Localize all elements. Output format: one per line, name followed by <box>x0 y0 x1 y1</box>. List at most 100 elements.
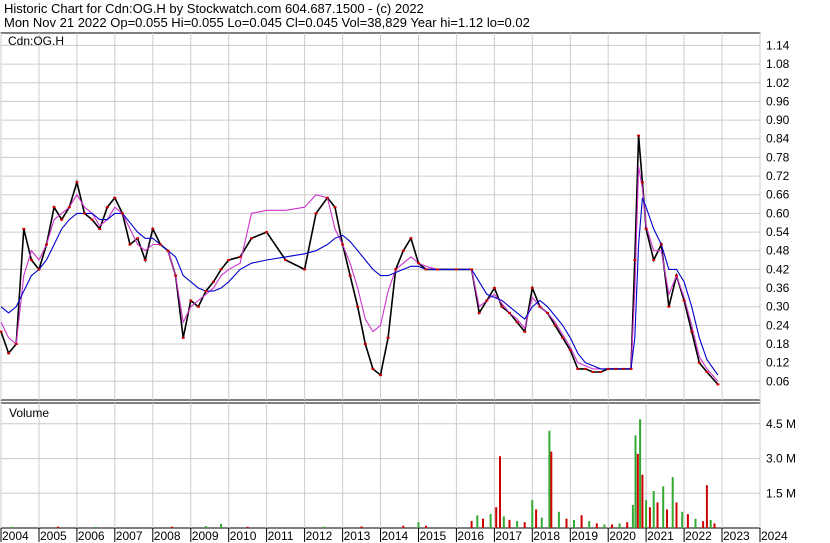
close-marker <box>196 305 200 308</box>
year-label: 2013 <box>344 529 371 543</box>
volume-bar <box>675 502 678 528</box>
year-label: 2018 <box>533 529 560 543</box>
close-marker <box>284 259 288 261</box>
volume-bar <box>322 526 325 528</box>
close-marker <box>341 243 345 246</box>
year-label: 2021 <box>647 529 674 543</box>
volume-bar <box>662 486 665 528</box>
volume-bar <box>499 456 501 528</box>
close-marker <box>690 330 694 333</box>
close-marker <box>697 361 701 364</box>
close-marker <box>136 237 140 240</box>
volume-bar <box>626 522 629 528</box>
close-marker <box>621 367 625 370</box>
price-tick-label: 0.66 <box>766 188 790 202</box>
close-marker <box>265 231 269 234</box>
year-label: 2016 <box>457 529 484 543</box>
volume-bar <box>425 525 427 528</box>
close-marker <box>633 259 637 261</box>
volume-bar <box>652 491 655 528</box>
close-marker <box>303 268 307 271</box>
close-marker <box>371 367 375 370</box>
volume-bar <box>11 526 14 528</box>
year-label: 2017 <box>495 529 522 543</box>
year-label: 2019 <box>571 529 598 543</box>
close-marker <box>682 299 686 302</box>
close-marker <box>629 367 633 370</box>
volume-bar <box>705 485 708 528</box>
price-tick-label: 0.72 <box>766 169 790 183</box>
volume-bar <box>631 504 634 528</box>
close-marker <box>667 305 671 308</box>
volume-tick-label: 1.5 M <box>766 486 796 500</box>
price-tick-label: 0.18 <box>766 337 790 351</box>
close-marker <box>515 321 519 324</box>
close-marker <box>98 227 102 230</box>
close-marker <box>158 243 162 246</box>
year-axis: 2004 2005 2006 2007 2008 2009 2010 2011 2012 2013… <box>0 528 788 543</box>
year-label: 2024 <box>761 529 788 543</box>
close-marker <box>576 367 580 370</box>
year-label: 2009 <box>192 529 219 543</box>
price-tick-label: 0.96 <box>766 94 790 108</box>
close-marker <box>523 330 527 333</box>
volume-bar <box>523 522 526 528</box>
close-marker <box>530 287 534 289</box>
close-marker <box>599 371 603 373</box>
close-marker <box>675 274 678 277</box>
volume-bar <box>508 519 511 528</box>
volume-bar <box>666 509 668 528</box>
volume-bar <box>56 526 59 528</box>
year-label: 2012 <box>306 529 333 543</box>
volume-bar <box>603 524 606 528</box>
volume-bar <box>573 519 575 528</box>
price-axis-labels: 0.06 0.12 0.18 0.24 0.30 0.36 0.42 0.48 0.54 0.60… <box>766 38 790 388</box>
close-marker <box>492 287 496 289</box>
close-marker <box>204 290 208 293</box>
volume-bar <box>502 516 505 528</box>
volume-bar <box>550 451 553 528</box>
year-label: 2020 <box>609 529 636 543</box>
close-marker <box>644 227 648 230</box>
volume-axis-labels: 1.5 M 3.0 M 4.5 M <box>766 417 796 501</box>
price-tick-label: 1.14 <box>766 38 790 52</box>
close-marker <box>705 371 709 373</box>
volume-bar <box>681 511 684 528</box>
close-marker <box>435 268 439 271</box>
close-marker <box>166 249 170 252</box>
close-marker <box>314 212 318 215</box>
close-marker <box>227 259 231 261</box>
close-marker <box>174 274 178 277</box>
close-marker <box>568 349 572 352</box>
price-tick-label: 0.84 <box>766 132 790 146</box>
volume-bar <box>94 526 97 528</box>
close-marker <box>75 181 79 184</box>
close-marker <box>477 311 481 314</box>
volume-bar <box>482 518 484 528</box>
close-marker <box>614 367 618 370</box>
close-marker <box>113 196 117 199</box>
close-marker <box>151 227 155 230</box>
close-marker <box>500 305 504 308</box>
close-marker <box>22 227 26 230</box>
legend-symbol: Cdn:OG.H <box>8 34 64 48</box>
volume-tick-label: 4.5 M <box>766 417 796 431</box>
volume-bar <box>516 521 519 528</box>
volume-bar <box>702 521 705 528</box>
volume-bar <box>170 526 173 528</box>
close-marker <box>401 249 405 252</box>
close-marker <box>105 206 109 209</box>
close-marker <box>0 330 3 333</box>
close-marker <box>394 268 398 271</box>
close-marker <box>409 237 413 240</box>
volume-bar <box>648 507 651 528</box>
close-marker <box>212 280 215 283</box>
year-label: 2008 <box>154 529 181 543</box>
price-tick-label: 0.48 <box>766 244 790 258</box>
price-tick-label: 0.60 <box>766 206 790 220</box>
volume-bar <box>656 502 659 528</box>
close-marker <box>583 367 587 370</box>
year-label: 2005 <box>40 529 67 543</box>
price-tick-label: 0.06 <box>766 374 790 388</box>
price-tick-label: 0.30 <box>766 300 790 314</box>
